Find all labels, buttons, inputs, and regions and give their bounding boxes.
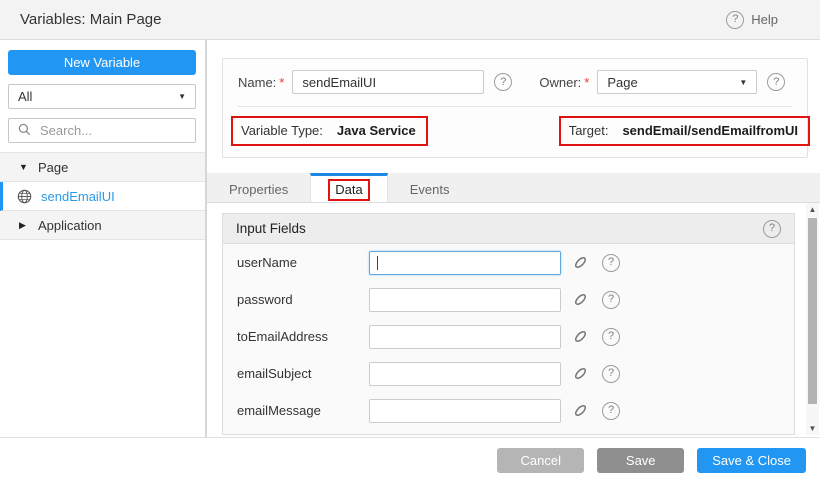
name-help-icon[interactable]: ? — [494, 73, 512, 91]
scroll-down-icon[interactable]: ▼ — [809, 422, 817, 435]
variable-filter-value: All — [18, 89, 32, 104]
field-help-icon[interactable]: ? — [602, 365, 620, 383]
data-tab-content: Input Fields ? userName ? — [207, 203, 820, 437]
help-label: Help — [751, 12, 778, 27]
caret-down-icon: ▼ — [19, 162, 29, 172]
field-label: userName — [237, 255, 369, 270]
page-title: Variables: Main Page — [20, 11, 161, 28]
field-label: password — [237, 292, 369, 307]
search-input[interactable] — [38, 122, 218, 139]
emailsubject-input[interactable] — [369, 362, 561, 386]
globe-icon — [17, 189, 32, 204]
target-annotation: Target: sendEmail/sendEmailfromUI — [559, 116, 810, 146]
owner-label: Owner:* — [539, 75, 589, 90]
required-asterisk: * — [584, 75, 589, 90]
variable-filter-select[interactable]: All ▼ — [8, 84, 196, 109]
variable-tree: ▼ Page sendEmailUI ▶ Application — [0, 152, 205, 240]
variable-type-value: Java Service — [337, 123, 416, 138]
emailmessage-input[interactable] — [369, 399, 561, 423]
toemailaddress-input[interactable] — [369, 325, 561, 349]
variable-name-input[interactable] — [292, 70, 484, 94]
chevron-down-icon: ▼ — [739, 78, 747, 87]
search-box — [8, 118, 196, 143]
field-row-username: userName ? — [223, 244, 794, 281]
field-help-icon[interactable]: ? — [602, 291, 620, 309]
caret-right-icon: ▶ — [19, 220, 29, 231]
new-variable-button[interactable]: New Variable — [8, 50, 196, 75]
vertical-scrollbar[interactable]: ▲ ▼ — [806, 203, 819, 435]
bind-link-icon[interactable] — [572, 402, 589, 419]
bind-link-icon[interactable] — [572, 365, 589, 382]
search-icon — [18, 123, 31, 139]
field-label: emailSubject — [237, 366, 369, 381]
scrollbar-thumb[interactable] — [808, 218, 817, 404]
username-input[interactable] — [369, 251, 561, 275]
scroll-up-icon[interactable]: ▲ — [809, 203, 817, 216]
save-and-close-button[interactable]: Save & Close — [697, 448, 806, 473]
tree-group-application[interactable]: ▶ Application — [0, 211, 205, 240]
field-label: emailMessage — [237, 403, 369, 418]
tab-events[interactable]: Events — [388, 173, 472, 202]
tree-item-label: sendEmailUI — [41, 189, 115, 204]
tree-group-page[interactable]: ▼ Page — [0, 153, 205, 182]
bind-link-icon[interactable] — [572, 291, 589, 308]
input-fields-title: Input Fields — [236, 221, 306, 236]
variables-dialog: Variables: Main Page ? Help New Variable… — [0, 0, 820, 488]
dialog-footer: Cancel Save Save & Close — [0, 437, 820, 488]
field-row-emailmessage: emailMessage ? — [223, 392, 794, 429]
field-row-toemailaddress: toEmailAddress ? — [223, 318, 794, 355]
bind-link-icon[interactable] — [572, 328, 589, 345]
editor-tabbar: Properties Data Events — [207, 173, 820, 203]
target-value: sendEmail/sendEmailfromUI — [622, 123, 798, 138]
name-label: Name:* — [238, 75, 284, 90]
field-row-emailsubject: emailSubject ? — [223, 355, 794, 392]
tree-group-label: Page — [38, 160, 68, 175]
dialog-header: Variables: Main Page ? Help — [0, 0, 820, 40]
target-label: Target: — [569, 123, 609, 138]
password-input[interactable] — [369, 288, 561, 312]
variable-summary-panel: Name:* ? Owner:* Page ▼ ? — [222, 58, 808, 158]
save-button[interactable]: Save — [597, 448, 684, 473]
variables-sidebar: New Variable All ▼ ▼ Page — [0, 40, 207, 437]
bind-link-icon[interactable] — [572, 254, 589, 271]
cancel-button[interactable]: Cancel — [497, 448, 584, 473]
help-link[interactable]: ? Help — [726, 11, 778, 29]
owner-select[interactable]: Page ▼ — [597, 70, 757, 94]
input-fields-help-icon[interactable]: ? — [763, 220, 781, 238]
owner-value: Page — [607, 75, 637, 90]
field-help-icon[interactable]: ? — [602, 402, 620, 420]
variable-editor: Name:* ? Owner:* Page ▼ ? — [207, 40, 820, 437]
tab-properties[interactable]: Properties — [207, 173, 310, 202]
chevron-down-icon: ▼ — [178, 92, 186, 101]
field-help-icon[interactable]: ? — [602, 328, 620, 346]
field-label: toEmailAddress — [237, 329, 369, 344]
input-fields-panel: Input Fields ? userName ? — [222, 213, 795, 435]
owner-help-icon[interactable]: ? — [767, 73, 785, 91]
tab-data[interactable]: Data — [310, 173, 387, 202]
tree-group-label: Application — [38, 218, 102, 233]
variable-type-label: Variable Type: — [241, 123, 323, 138]
required-asterisk: * — [279, 75, 284, 90]
input-fields-header: Input Fields ? — [223, 214, 794, 244]
field-row-password: password ? — [223, 281, 794, 318]
text-cursor — [377, 256, 378, 270]
field-help-icon[interactable]: ? — [602, 254, 620, 272]
tree-item-sendemailui[interactable]: sendEmailUI — [0, 182, 205, 211]
variable-type-annotation: Variable Type: Java Service — [231, 116, 428, 146]
help-icon: ? — [726, 11, 744, 29]
